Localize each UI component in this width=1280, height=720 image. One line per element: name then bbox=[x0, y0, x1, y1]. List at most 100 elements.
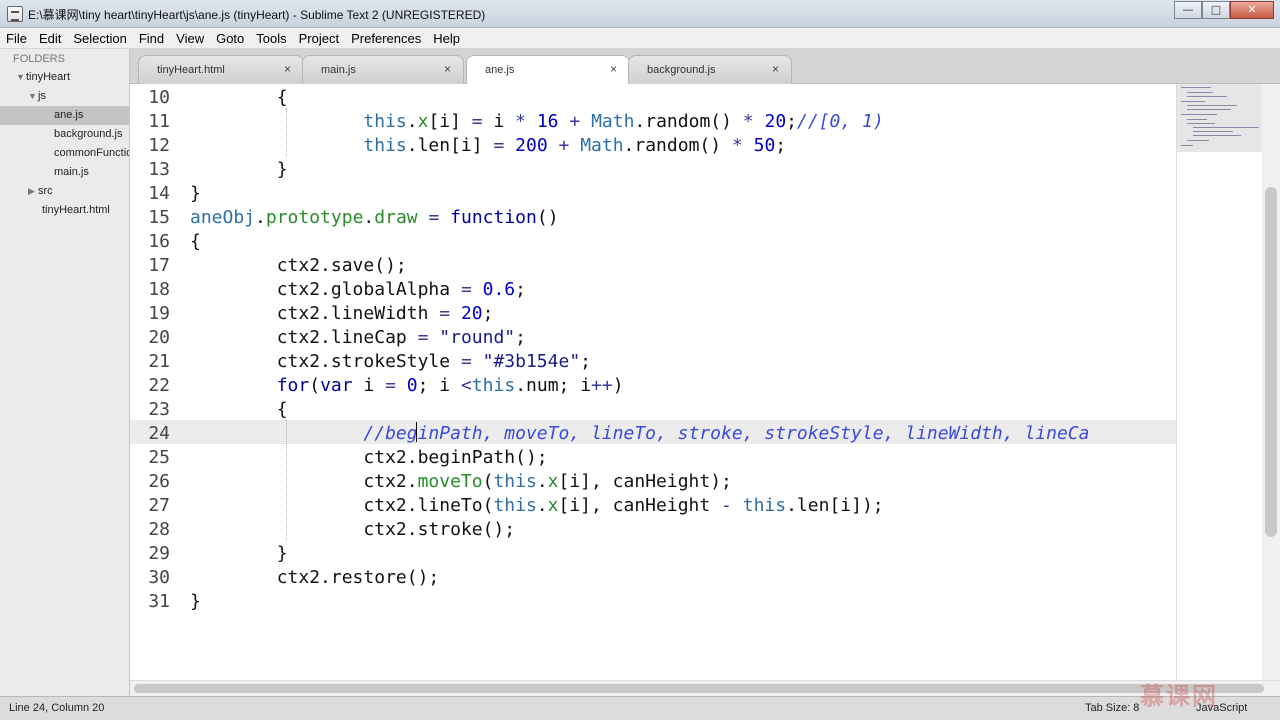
tab-bar: tinyHeart.html × main.js × ane.js × back… bbox=[130, 49, 1280, 85]
watermark-logo: 慕课网 bbox=[1140, 683, 1218, 710]
code-line[interactable]: this.len[i] = 200 + Math.random() * 50; bbox=[190, 134, 786, 158]
code-line[interactable]: } bbox=[190, 158, 288, 182]
cursor-position: Line 24, Column 20 bbox=[9, 702, 105, 714]
tab-label: tinyHeart.html bbox=[157, 64, 225, 76]
line-number: 24 bbox=[148, 423, 170, 444]
sidebar-item-src-folder[interactable]: ▶ src bbox=[0, 182, 129, 201]
menu-tools[interactable]: Tools bbox=[250, 28, 292, 48]
code-line[interactable]: { bbox=[190, 230, 201, 254]
sidebar-item-ane-js[interactable]: ane.js bbox=[0, 106, 129, 125]
code-line[interactable]: //beginPath, moveTo, lineTo, stroke, str… bbox=[190, 422, 1089, 446]
tab-tinyheart-html[interactable]: tinyHeart.html × bbox=[138, 55, 304, 84]
tab-background-js[interactable]: background.js × bbox=[628, 55, 792, 84]
line-number: 30 bbox=[148, 567, 170, 588]
line-number: 10 bbox=[148, 87, 170, 108]
horizontal-scroll-thumb[interactable] bbox=[134, 684, 1264, 693]
code-editor[interactable]: 10 11 12 13 14 15 16 17 18 19 20 21 22 23 24 25 26 27 28 29… bbox=[130, 84, 1176, 680]
tab-close-icon[interactable]: × bbox=[284, 62, 291, 76]
code-line[interactable]: for(var i = 0; i <this.num; i++) bbox=[190, 374, 624, 398]
maximize-button[interactable]: □ bbox=[1202, 1, 1230, 19]
tab-close-icon[interactable]: × bbox=[610, 62, 617, 76]
line-number: 26 bbox=[148, 471, 170, 492]
line-number: 20 bbox=[148, 327, 170, 348]
line-number: 25 bbox=[148, 447, 170, 468]
line-number: 14 bbox=[148, 183, 170, 204]
sidebar-item-main-js[interactable]: main.js bbox=[0, 163, 129, 182]
code-line[interactable]: ctx2.save(); bbox=[190, 254, 407, 278]
folders-header: FOLDERS bbox=[13, 53, 65, 65]
line-number: 28 bbox=[148, 519, 170, 540]
tab-main-js[interactable]: main.js × bbox=[302, 55, 464, 84]
code-line[interactable]: ctx2.moveTo(this.x[i], canHeight); bbox=[190, 470, 732, 494]
code-line[interactable]: ctx2.lineTo(this.x[i], canHeight - this.… bbox=[190, 494, 883, 518]
sidebar-item-commonfunctions-js[interactable]: commonFunctions.js bbox=[0, 144, 129, 163]
window-controls: — □ ✕ bbox=[1174, 1, 1274, 19]
line-number: 13 bbox=[148, 159, 170, 180]
menu-help[interactable]: Help bbox=[427, 28, 466, 48]
line-number: 31 bbox=[148, 591, 170, 612]
code-line[interactable]: ctx2.restore(); bbox=[190, 566, 440, 590]
line-number: 19 bbox=[148, 303, 170, 324]
line-number: 16 bbox=[148, 231, 170, 252]
line-number: 11 bbox=[148, 111, 170, 132]
tab-label: main.js bbox=[321, 64, 356, 76]
tab-label: background.js bbox=[647, 64, 716, 76]
line-number: 21 bbox=[148, 351, 170, 372]
tab-size-selector[interactable]: Tab Size: 8 bbox=[1085, 702, 1139, 714]
tab-label: ane.js bbox=[485, 64, 515, 76]
menu-selection[interactable]: Selection bbox=[67, 28, 132, 48]
close-button[interactable]: ✕ bbox=[1230, 1, 1274, 19]
menu-file[interactable]: File bbox=[0, 28, 33, 48]
tab-ane-js[interactable]: ane.js × bbox=[466, 55, 630, 85]
sidebar-item-background-js[interactable]: background.js bbox=[0, 125, 129, 144]
sublime-app-icon bbox=[7, 6, 23, 22]
window-title: E:\慕课网\tiny heart\tinyHeart\js\ane.js (t… bbox=[28, 8, 486, 22]
code-line[interactable]: aneObj.prototype.draw = function() bbox=[190, 206, 559, 230]
line-number: 17 bbox=[148, 255, 170, 276]
minimize-button[interactable]: — bbox=[1174, 1, 1202, 19]
tab-close-icon[interactable]: × bbox=[444, 62, 451, 76]
menu-find[interactable]: Find bbox=[133, 28, 170, 48]
code-line[interactable]: { bbox=[190, 398, 288, 422]
code-line[interactable]: ctx2.lineCap = "round"; bbox=[190, 326, 526, 350]
line-number: 27 bbox=[148, 495, 170, 516]
menu-edit[interactable]: Edit bbox=[33, 28, 67, 48]
vertical-scrollbar[interactable] bbox=[1262, 84, 1280, 680]
menu-view[interactable]: View bbox=[170, 28, 210, 48]
menu-goto[interactable]: Goto bbox=[210, 28, 250, 48]
line-number: 12 bbox=[148, 135, 170, 156]
code-line[interactable]: } bbox=[190, 590, 201, 614]
menu-bar: File Edit Selection Find View Goto Tools… bbox=[0, 28, 1280, 49]
expanded-triangle-icon: ▼ bbox=[28, 91, 37, 101]
vertical-scroll-thumb[interactable] bbox=[1265, 187, 1277, 537]
menu-preferences[interactable]: Preferences bbox=[345, 28, 427, 48]
sidebar-item-tinyheart-folder[interactable]: ▼tinyHeart bbox=[0, 68, 129, 87]
line-number: 18 bbox=[148, 279, 170, 300]
code-line[interactable]: ctx2.strokeStyle = "#3b154e"; bbox=[190, 350, 591, 374]
line-number: 15 bbox=[148, 207, 170, 228]
status-bar: Line 24, Column 20 Tab Size: 8 JavaScrip… bbox=[0, 696, 1280, 720]
line-number: 23 bbox=[148, 399, 170, 420]
tab-close-icon[interactable]: × bbox=[772, 62, 779, 76]
code-line[interactable]: } bbox=[190, 542, 288, 566]
code-line[interactable]: this.x[i] = i * 16 + Math.random() * 20;… bbox=[190, 110, 883, 134]
code-line[interactable]: ctx2.globalAlpha = 0.6; bbox=[190, 278, 526, 302]
horizontal-scrollbar[interactable] bbox=[130, 680, 1280, 696]
code-line[interactable]: ctx2.lineWidth = 20; bbox=[190, 302, 494, 326]
expanded-triangle-icon: ▼ bbox=[16, 72, 25, 82]
code-line[interactable]: ctx2.beginPath(); bbox=[190, 446, 547, 470]
code-line[interactable]: { bbox=[190, 86, 288, 110]
text-cursor bbox=[416, 422, 417, 442]
line-number: 29 bbox=[148, 543, 170, 564]
sidebar-item-tinyheart-html[interactable]: tinyHeart.html bbox=[0, 201, 129, 220]
sidebar-item-js-folder[interactable]: ▼js bbox=[0, 87, 129, 106]
minimap[interactable] bbox=[1176, 84, 1263, 680]
code-line[interactable]: ctx2.stroke(); bbox=[190, 518, 515, 542]
sidebar: FOLDERS ▼tinyHeart ▼js ane.js background… bbox=[0, 49, 130, 696]
line-number: 22 bbox=[148, 375, 170, 396]
title-bar: E:\慕课网\tiny heart\tinyHeart\js\ane.js (t… bbox=[0, 0, 1280, 28]
minimap-viewport[interactable] bbox=[1177, 84, 1263, 152]
code-line[interactable]: } bbox=[190, 182, 201, 206]
collapsed-triangle-icon: ▶ bbox=[28, 186, 35, 196]
menu-project[interactable]: Project bbox=[293, 28, 345, 48]
